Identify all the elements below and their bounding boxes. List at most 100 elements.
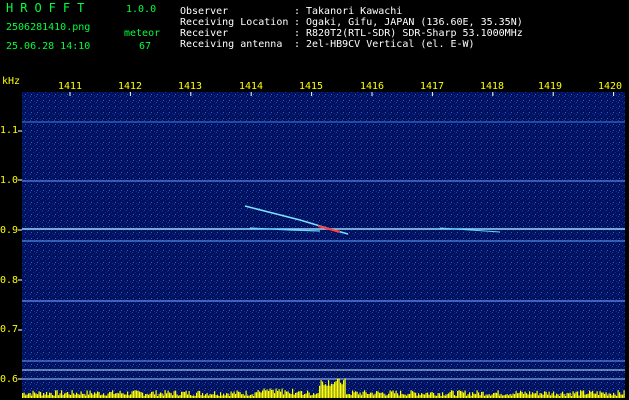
power-bar xyxy=(47,395,49,398)
power-bar xyxy=(484,395,486,398)
power-bar xyxy=(583,390,585,398)
station-label: Receiver xyxy=(180,28,229,39)
power-bar xyxy=(593,393,595,398)
power-bar xyxy=(299,391,301,398)
power-bar xyxy=(589,390,591,398)
power-bar xyxy=(172,395,174,398)
power-bar xyxy=(587,393,589,398)
power-bar xyxy=(590,391,592,398)
power-bar xyxy=(35,393,37,398)
power-bar xyxy=(562,391,564,398)
x-tick-label: 1417 xyxy=(420,81,445,92)
power-bar xyxy=(137,390,139,398)
power-bar xyxy=(596,391,598,398)
power-bar xyxy=(113,394,115,398)
power-bar xyxy=(553,391,555,398)
power-bar xyxy=(50,393,52,398)
power-bar xyxy=(25,395,27,398)
power-bar xyxy=(71,390,73,398)
power-bar xyxy=(202,393,204,398)
power-bar xyxy=(547,394,549,398)
power-bar xyxy=(325,384,327,398)
power-bar xyxy=(284,390,286,398)
power-bar xyxy=(280,391,282,398)
power-bar xyxy=(368,393,370,398)
power-bar xyxy=(62,394,64,398)
power-bar xyxy=(178,395,180,398)
power-bar xyxy=(232,393,234,398)
power-bar xyxy=(610,393,612,398)
power-bar xyxy=(362,391,364,398)
x-tick-label: 1419 xyxy=(538,81,563,92)
power-bar xyxy=(482,391,484,398)
power-bar xyxy=(203,395,205,398)
power-bar xyxy=(116,393,118,398)
power-bar xyxy=(622,394,624,398)
power-bar xyxy=(337,378,339,398)
power-bar xyxy=(523,393,525,398)
power-bar xyxy=(307,390,309,398)
power-bar xyxy=(76,392,78,398)
power-bar xyxy=(340,382,342,398)
power-bar xyxy=(428,394,430,398)
power-bar xyxy=(538,395,540,398)
power-bar xyxy=(109,391,111,398)
power-bar xyxy=(94,392,96,398)
power-bar xyxy=(124,394,126,398)
power-bar xyxy=(169,392,171,398)
power-bar xyxy=(623,390,625,398)
power-bar xyxy=(604,393,606,398)
power-bar xyxy=(304,393,306,398)
power-bar xyxy=(257,390,259,398)
power-bar xyxy=(139,391,141,398)
power-bar xyxy=(59,393,61,398)
x-tick-label: 1411 xyxy=(58,81,83,92)
power-bar xyxy=(358,394,360,398)
power-bar xyxy=(392,390,394,398)
power-bar xyxy=(196,392,198,398)
power-bar xyxy=(613,392,615,398)
power-bar xyxy=(424,394,426,398)
y-tick-marks xyxy=(18,130,22,380)
power-bar xyxy=(611,395,613,398)
power-bar xyxy=(227,393,229,398)
power-bar xyxy=(305,393,307,398)
station-row-antenna: Receiving antenna:2el-HB9CV Vertical (el… xyxy=(180,39,475,50)
y-tick-label: 0.6 xyxy=(0,374,19,385)
power-bar xyxy=(530,394,532,398)
power-bar xyxy=(256,392,258,398)
power-bar xyxy=(394,393,396,398)
power-bar xyxy=(49,392,51,398)
power-bar xyxy=(458,390,460,398)
power-bar xyxy=(361,395,363,398)
power-bar xyxy=(251,394,253,398)
power-bar xyxy=(224,395,226,398)
power-bar xyxy=(67,391,69,398)
y-tick-label: 0.8 xyxy=(0,275,19,286)
power-bar xyxy=(145,394,147,398)
power-bar xyxy=(497,390,499,398)
power-bar xyxy=(238,391,240,398)
power-bar xyxy=(434,395,436,398)
power-bar xyxy=(295,392,297,398)
power-bar xyxy=(313,393,315,398)
power-bar xyxy=(595,393,597,398)
power-bar xyxy=(437,393,439,398)
power-bar xyxy=(473,393,475,398)
power-bar xyxy=(98,392,100,398)
power-bar xyxy=(607,395,609,398)
power-bar xyxy=(572,391,574,398)
power-bar xyxy=(521,391,523,398)
power-bar xyxy=(355,391,357,398)
power-bar xyxy=(550,395,552,398)
power-bar xyxy=(125,394,127,398)
power-bar xyxy=(574,393,576,398)
power-bar xyxy=(385,395,387,398)
power-bar xyxy=(557,394,559,398)
power-bar xyxy=(212,394,214,398)
power-bar xyxy=(77,394,79,398)
power-bar xyxy=(332,384,334,398)
power-bar xyxy=(350,395,352,398)
power-bar xyxy=(64,393,66,398)
power-bar xyxy=(425,392,427,398)
